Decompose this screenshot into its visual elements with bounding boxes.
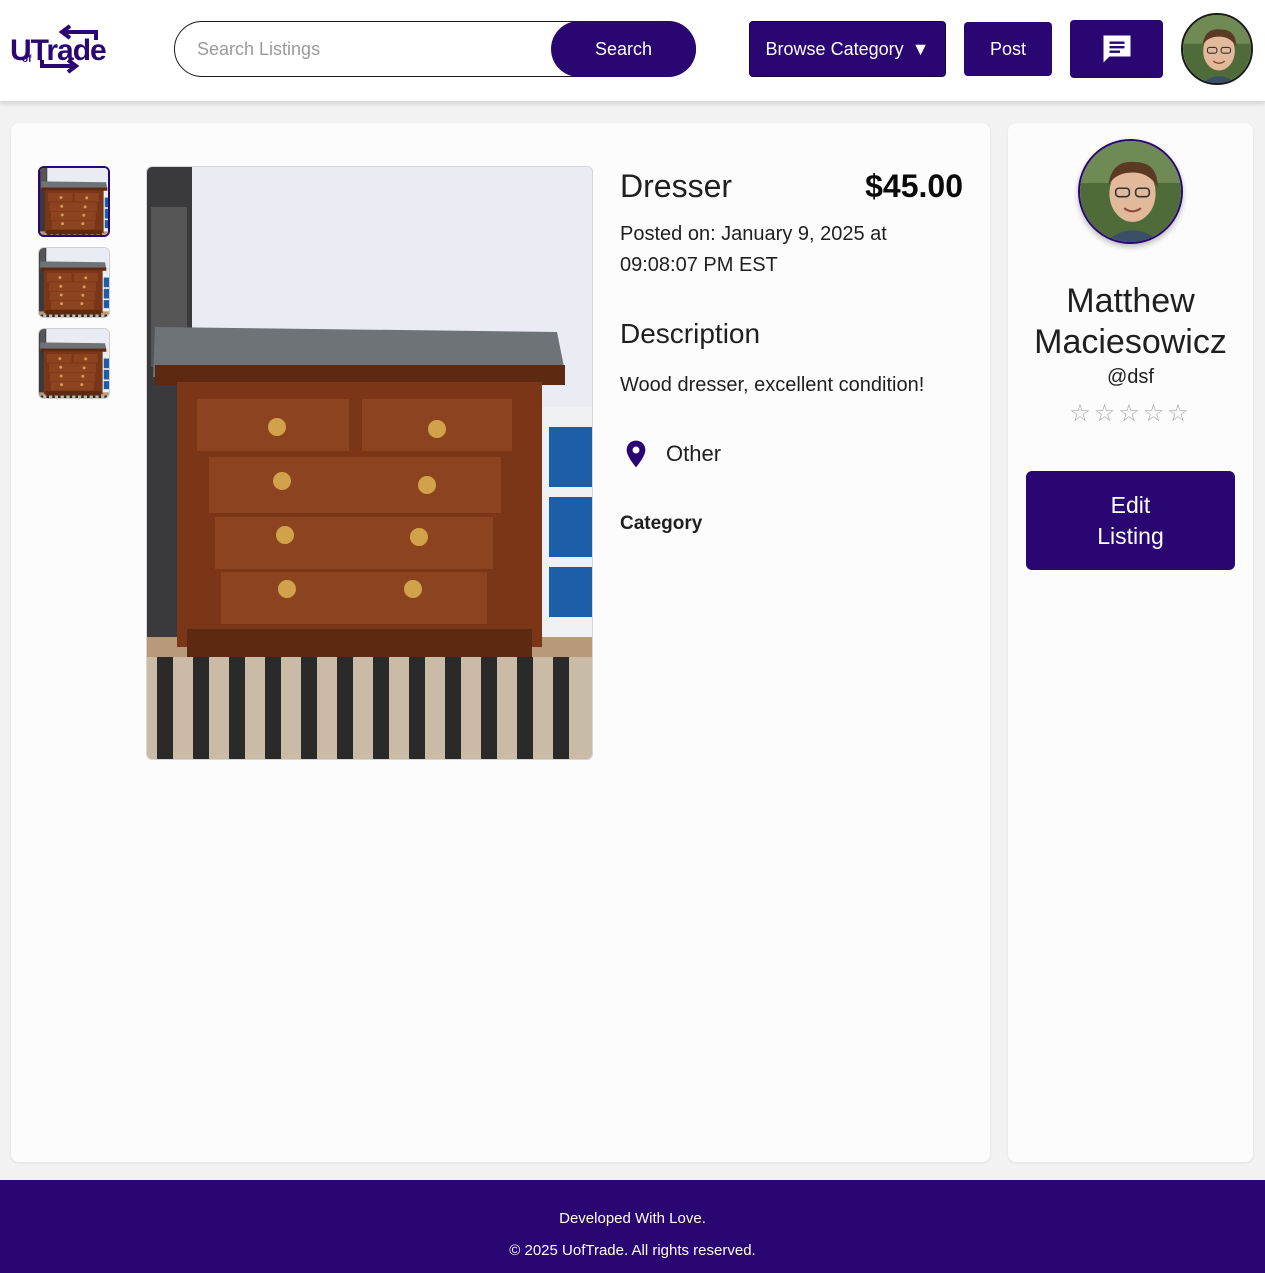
seller-name: Matthew Maciesowicz	[1034, 282, 1227, 361]
dresser-photo	[147, 167, 592, 759]
listing-location: Other	[620, 438, 721, 470]
dresser-thumbnail-image	[39, 248, 109, 317]
description-text: Wood dresser, excellent condition!	[620, 374, 925, 396]
edit-listing-button[interactable]: Edit Listing	[1026, 471, 1235, 570]
dresser-thumbnail-image	[40, 168, 108, 235]
footer-tagline: Developed With Love.	[559, 1210, 706, 1227]
search-button[interactable]: Search	[551, 21, 696, 77]
category-label: Category	[620, 513, 703, 534]
location-text: Other	[666, 441, 722, 466]
caret-down-icon: ▼	[911, 38, 930, 59]
listing-card: Dresser $45.00 Posted on: January 9, 202…	[11, 123, 990, 1162]
logo-of: of	[22, 54, 32, 65]
seller-card: Matthew Maciesowicz @dsf ☆☆☆☆☆ Edit List…	[1008, 123, 1253, 1162]
thumbnail-list	[38, 166, 110, 409]
seller-avatar[interactable]	[1078, 139, 1183, 244]
seller-handle: @dsf	[1107, 366, 1154, 388]
browse-category-label: Browse Category	[765, 38, 904, 59]
chat-icon	[1103, 35, 1130, 63]
browse-category-button[interactable]: Browse Category ▼	[749, 21, 946, 77]
listing-price: $45.00	[865, 168, 963, 204]
description-heading: Description	[620, 318, 761, 349]
dresser-thumbnail-image	[39, 329, 109, 398]
listing-posted-date: Posted on: January 9, 2025 at 09:08:07 P…	[620, 223, 887, 276]
search-input[interactable]	[197, 36, 537, 62]
site-logo[interactable]: UTrade of	[10, 22, 114, 76]
thumbnail-1[interactable]	[38, 166, 110, 237]
map-pin-icon	[626, 440, 646, 468]
post-button[interactable]: Post	[964, 22, 1052, 76]
site-header: UTrade of Search Browse Category ▼ Post	[0, 0, 1265, 102]
listing-title: Dresser	[620, 168, 733, 204]
star-rating[interactable]: ☆☆☆☆☆	[1008, 399, 1253, 427]
thumbnail-3[interactable]	[38, 328, 110, 399]
seller-photo	[1080, 141, 1181, 242]
footer-copyright: © 2025 UofTrade. All rights reserved.	[509, 1242, 756, 1259]
thumbnail-2[interactable]	[38, 247, 110, 318]
site-footer: Developed With Love. © 2025 UofTrade. Al…	[0, 1180, 1265, 1273]
search-bar: Search	[174, 21, 696, 77]
listing-main-image[interactable]	[146, 166, 593, 760]
profile-avatar[interactable]	[1181, 13, 1253, 85]
profile-photo	[1183, 15, 1251, 83]
messages-button[interactable]	[1070, 20, 1163, 78]
